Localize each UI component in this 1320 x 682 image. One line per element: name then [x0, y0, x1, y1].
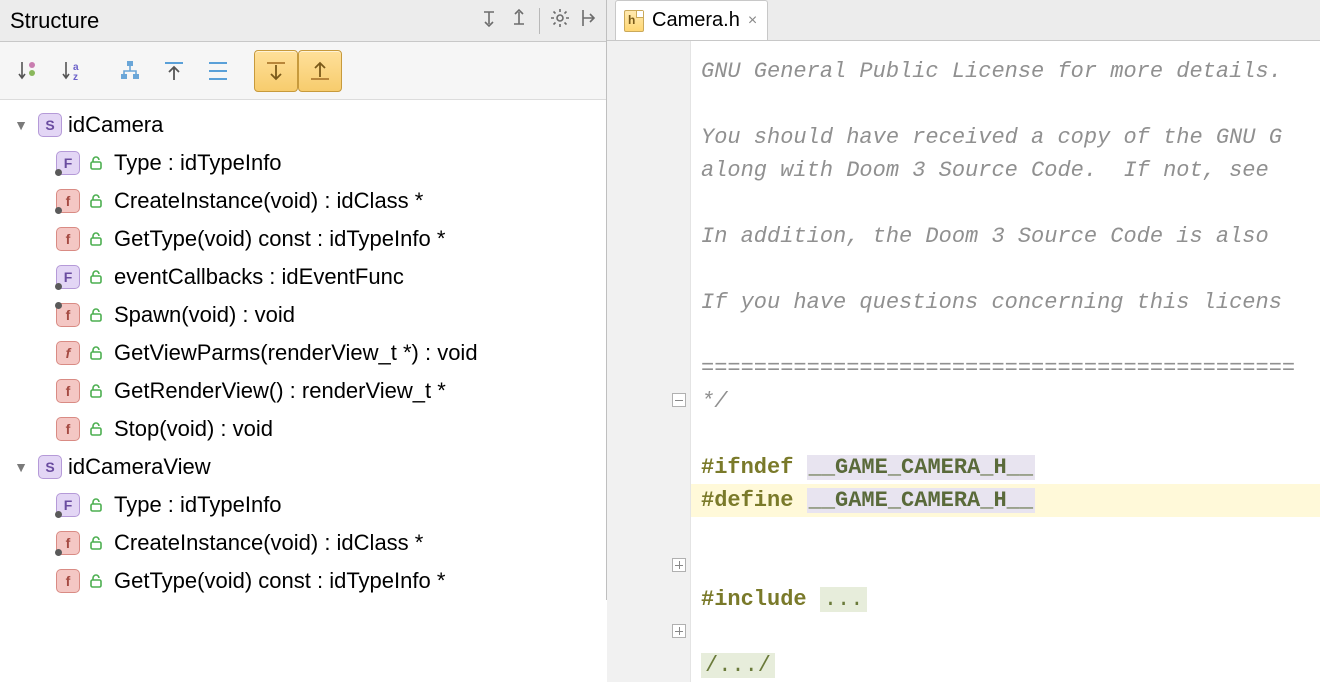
tree-member-row[interactable]: FeventCallbacks : idEventFunc [0, 258, 606, 296]
tree-member-row[interactable]: F Type : idTypeInfo [0, 486, 606, 524]
tree-class-row[interactable]: ▼SidCameraView [0, 448, 606, 486]
tab-label: Camera.h [652, 9, 740, 32]
tree-member-row[interactable]: f GetViewParms(renderView_t *) : void [0, 334, 606, 372]
method-icon: f [56, 379, 80, 403]
method-icon: f [56, 341, 80, 365]
expand-all-icon[interactable] [479, 8, 499, 34]
expand-bottom-button[interactable] [196, 50, 240, 92]
lock-icon [86, 495, 106, 515]
method-icon: f [56, 531, 80, 555]
tree-member-row[interactable]: f Stop(void) : void [0, 410, 606, 448]
field-icon: F [56, 493, 80, 517]
tree-label: Spawn(void) : void [114, 302, 295, 328]
close-icon[interactable]: × [748, 12, 757, 30]
chevron-down-icon[interactable]: ▼ [4, 459, 38, 475]
editor-panel: Camera.h × GNU General Public License fo… [607, 0, 1320, 600]
lock-icon [86, 267, 106, 287]
method-icon: f [56, 303, 80, 327]
structure-toolbar: az [0, 42, 606, 100]
tree-label: CreateInstance(void) : idClass * [114, 188, 423, 214]
tree-member-row[interactable]: f GetType(void) const : idTypeInfo * [0, 562, 606, 600]
tree-member-row[interactable]: f Spawn(void) : void [0, 296, 606, 334]
lock-icon [86, 305, 106, 325]
method-icon: f [56, 569, 80, 593]
tree-member-row[interactable]: f CreateInstance(void) : idClass * [0, 182, 606, 220]
lock-icon [86, 191, 106, 211]
fold-expand-icon[interactable] [672, 558, 686, 572]
editor-tabbar: Camera.h × [607, 0, 1320, 40]
tree-member-row[interactable]: f GetRenderView() : renderView_t * [0, 372, 606, 410]
autoscroll-to-source-button[interactable] [254, 50, 298, 92]
collapse-all-icon[interactable] [509, 8, 529, 34]
tree-label: idCameraView [68, 454, 211, 480]
structure-title: Structure [10, 8, 479, 34]
tree-label: GetType(void) const : idTypeInfo * [114, 568, 445, 594]
lock-icon [86, 571, 106, 591]
tree-label: idCamera [68, 112, 163, 138]
struct-icon: S [38, 455, 62, 479]
tree-member-row[interactable]: f CreateInstance(void) : idClass * [0, 524, 606, 562]
fold-collapse-icon[interactable] [672, 393, 686, 407]
tree-label: eventCallbacks : idEventFunc [114, 264, 404, 290]
editor-tab[interactable]: Camera.h × [615, 0, 768, 40]
hide-icon[interactable] [580, 8, 598, 34]
fold-expand-icon[interactable] [672, 624, 686, 638]
tree-member-row[interactable]: f GetType(void) const : idTypeInfo * [0, 220, 606, 258]
structure-header: Structure [0, 0, 606, 42]
method-icon: f [56, 189, 80, 213]
tree-label: GetViewParms(renderView_t *) : void [114, 340, 478, 366]
structure-panel: Structure az ▼SidCameraFType : idTypeInf… [0, 0, 607, 600]
expand-top-button[interactable] [152, 50, 196, 92]
show-inherited-button[interactable] [108, 50, 152, 92]
gear-icon[interactable] [550, 8, 570, 34]
code-area[interactable]: GNU General Public License for more deta… [691, 41, 1320, 682]
tree-label: CreateInstance(void) : idClass * [114, 530, 423, 556]
tree-label: Stop(void) : void [114, 416, 273, 442]
sort-alphabetically-button[interactable]: az [50, 50, 94, 92]
tree-class-row[interactable]: ▼SidCamera [0, 106, 606, 144]
editor: GNU General Public License for more deta… [607, 40, 1320, 682]
divider [539, 8, 540, 34]
tree-label: GetRenderView() : renderView_t * [114, 378, 446, 404]
lock-icon [86, 381, 106, 401]
lock-icon [86, 343, 106, 363]
tree-member-row[interactable]: F Type : idTypeInfo [0, 144, 606, 182]
method-icon: f [56, 227, 80, 251]
field-icon: F [56, 265, 80, 289]
structure-tree[interactable]: ▼SidCameraFType : idTypeInfofCreateInsta… [0, 100, 606, 600]
lock-icon [86, 533, 106, 553]
struct-icon: S [38, 113, 62, 137]
chevron-down-icon[interactable]: ▼ [4, 117, 38, 133]
lock-icon [86, 229, 106, 249]
method-icon: f [56, 417, 80, 441]
autoscroll-from-source-button[interactable] [298, 50, 342, 92]
editor-gutter[interactable] [607, 41, 691, 682]
sort-by-visibility-button[interactable] [6, 50, 50, 92]
tree-label: Type : idTypeInfo [114, 492, 282, 518]
header-icons [479, 8, 598, 34]
header-file-icon [624, 10, 644, 32]
field-icon: F [56, 151, 80, 175]
lock-icon [86, 419, 106, 439]
lock-icon [86, 153, 106, 173]
tree-label: GetType(void) const : idTypeInfo * [114, 226, 445, 252]
svg-text:z: z [73, 72, 78, 83]
tree-label: Type : idTypeInfo [114, 150, 282, 176]
